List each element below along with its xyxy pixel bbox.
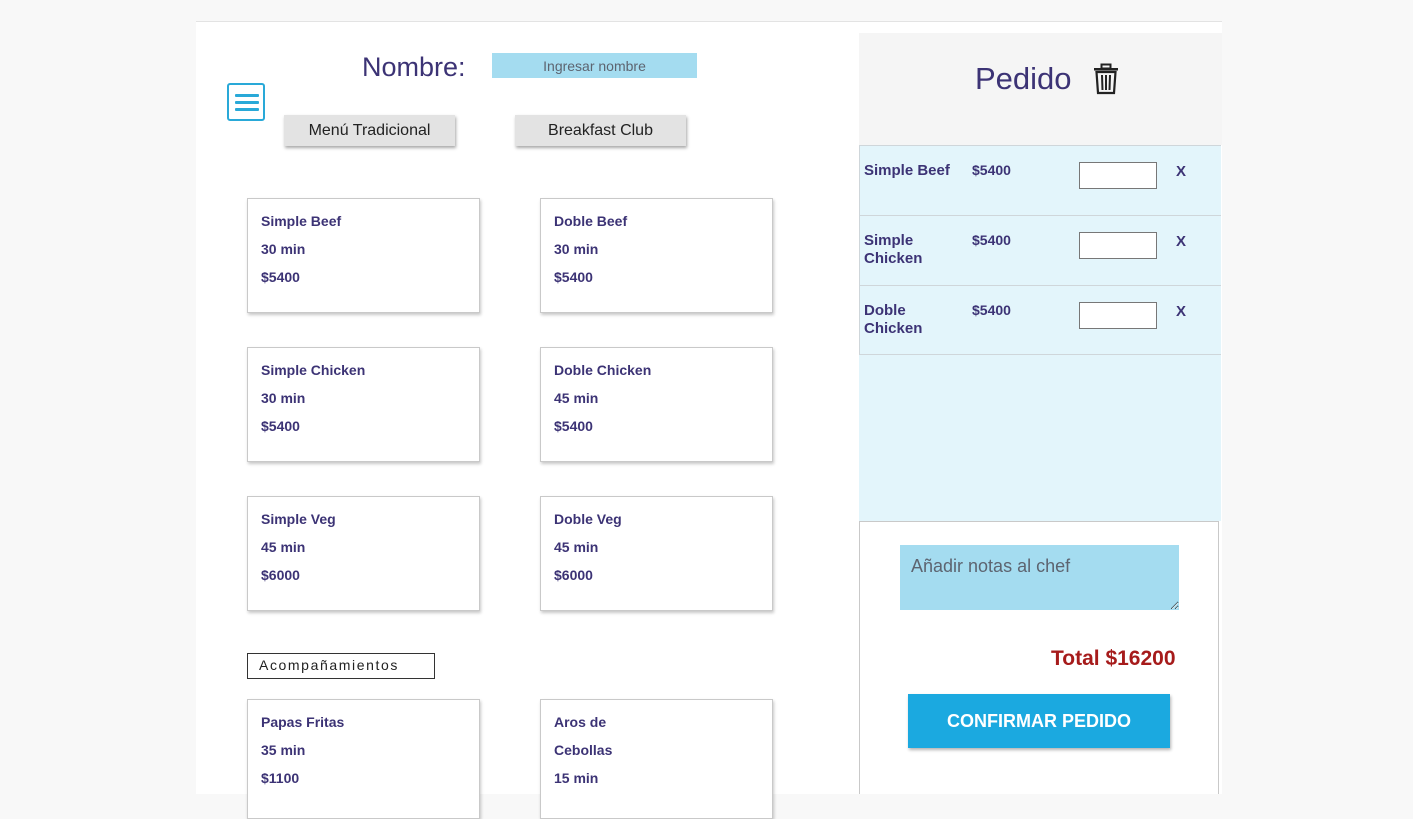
confirm-order-button[interactable]: CONFIRMAR PEDIDO [908, 694, 1170, 748]
name-label: Nombre: [362, 52, 466, 82]
order-item-name: Simple Beef [864, 162, 950, 179]
item-time: 35 min [261, 742, 306, 758]
item-time: 30 min [554, 241, 599, 257]
quantity-input[interactable] [1079, 232, 1157, 259]
item-time: 45 min [554, 390, 599, 406]
order-item-name: Doble Chicken [864, 302, 923, 337]
quantity-input[interactable] [1079, 162, 1157, 189]
order-item-price: $5400 [972, 232, 1011, 248]
item-time: 30 min [261, 390, 306, 406]
item-price: $5400 [554, 269, 593, 285]
item-name-line2: Cebollas [554, 742, 613, 758]
menu-item-card[interactable]: Simple Chicken 30 min $5400 [247, 347, 480, 462]
item-name: Doble Beef [554, 213, 628, 229]
item-time: 45 min [261, 539, 306, 555]
quantity-input[interactable] [1079, 302, 1157, 329]
menu-item-card[interactable]: Doble Veg 45 min $6000 [540, 496, 773, 611]
item-name-line1: Aros de [554, 714, 607, 730]
item-name: Simple Veg [261, 511, 336, 527]
menu-line [235, 108, 259, 111]
side-item-card[interactable]: Aros de Cebollas 15 min [540, 699, 773, 819]
remove-item-button[interactable]: X [1176, 163, 1186, 180]
item-price: $6000 [554, 567, 593, 583]
item-name: Doble Veg [554, 511, 622, 527]
item-time: 30 min [261, 241, 306, 257]
item-name: Papas Fritas [261, 714, 345, 730]
item-time: 45 min [554, 539, 599, 555]
hamburger-menu-icon[interactable] [227, 83, 265, 121]
order-item-price: $5400 [972, 162, 1011, 178]
menu-item-card[interactable]: Doble Chicken 45 min $5400 [540, 347, 773, 462]
order-row: Doble Chicken $5400 X [859, 285, 1221, 355]
item-name: Doble Chicken [554, 362, 652, 378]
item-price: $5400 [554, 418, 593, 434]
chef-notes-textarea[interactable] [900, 545, 1179, 610]
item-price: $6000 [261, 567, 300, 583]
menu-item-card[interactable]: Doble Beef 30 min $5400 [540, 198, 773, 313]
order-item-price: $5400 [972, 302, 1011, 318]
trash-icon[interactable] [1093, 63, 1119, 95]
order-row: Simple Chicken $5400 X [859, 215, 1221, 286]
order-row: Simple Beef $5400 X [859, 145, 1221, 216]
side-item-card[interactable]: Papas Fritas 35 min $1100 [247, 699, 480, 819]
menu-item-card[interactable]: Simple Beef 30 min $5400 [247, 198, 480, 313]
name-input[interactable] [492, 53, 697, 78]
menu-line [235, 101, 259, 104]
item-name: Simple Chicken [261, 362, 366, 378]
item-price: $5400 [261, 418, 300, 434]
remove-item-button[interactable]: X [1176, 303, 1186, 320]
menu-line [235, 94, 259, 97]
order-item-name: Simple Chicken [864, 232, 923, 267]
breakfast-club-button[interactable]: Breakfast Club [515, 115, 686, 146]
menu-item-card[interactable]: Simple Veg 45 min $6000 [247, 496, 480, 611]
sides-section-label: Acompañamientos [247, 653, 435, 679]
item-name: Simple Beef [261, 213, 342, 229]
remove-item-button[interactable]: X [1176, 233, 1186, 250]
order-title: Pedido [975, 61, 1072, 96]
menu-traditional-button[interactable]: Menú Tradicional [284, 115, 455, 146]
order-total: Total $16200 [1051, 647, 1176, 670]
item-price: $5400 [261, 269, 300, 285]
